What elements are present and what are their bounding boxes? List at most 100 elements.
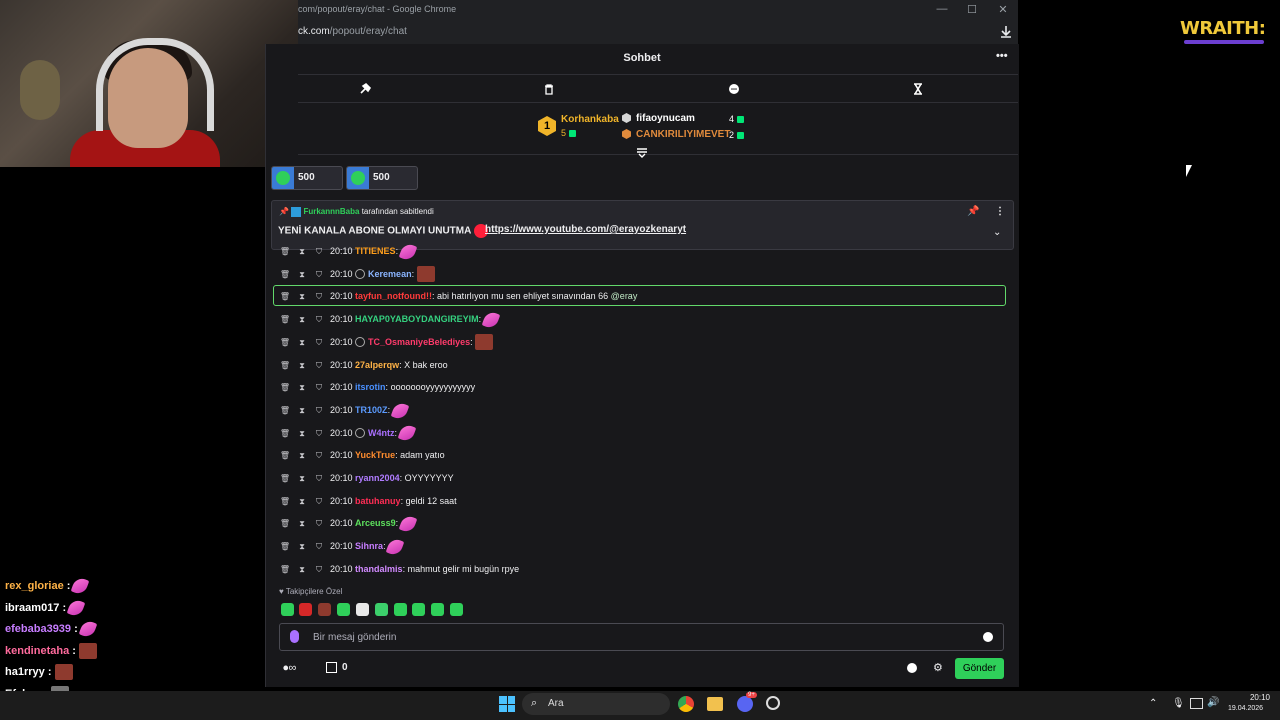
delete-message-icon[interactable]: 🗑 <box>279 356 291 376</box>
ban-shield-icon[interactable]: ⛉ <box>313 492 325 512</box>
message-username[interactable]: TITIENES <box>355 246 396 256</box>
file-explorer-icon[interactable] <box>707 697 723 711</box>
message-username[interactable]: TR100Z <box>355 405 388 415</box>
timeout-hourglass-icon[interactable]: ⧗ <box>296 492 308 512</box>
message-username[interactable]: batuhanuy <box>355 496 401 506</box>
message-username[interactable]: W4ntz <box>368 428 395 438</box>
leader-third-name[interactable]: CANKIRILIYIMEVET <box>636 129 730 140</box>
tray-chevron-icon[interactable]: ⌃ <box>1149 698 1157 709</box>
ban-shield-icon[interactable]: ⛉ <box>313 287 325 307</box>
ban-shield-icon[interactable]: ⛉ <box>313 514 325 534</box>
emote[interactable] <box>412 603 425 616</box>
channel-points-button[interactable]: 500 <box>271 166 343 190</box>
emote[interactable] <box>318 603 331 616</box>
delete-message-icon[interactable]: 🗑 <box>279 446 291 466</box>
delete-message-icon[interactable]: 🗑 <box>279 514 291 534</box>
download-icon[interactable] <box>998 24 1014 40</box>
ban-shield-icon[interactable]: ⛉ <box>313 446 325 466</box>
delete-message-icon[interactable]: 🗑 <box>279 560 291 580</box>
maximize-button[interactable]: ☐ <box>962 3 982 16</box>
emote[interactable] <box>299 603 312 616</box>
message-username[interactable]: Sihnra <box>355 541 383 551</box>
ban-shield-icon[interactable]: ⛉ <box>313 537 325 557</box>
message-mention[interactable]: @eray <box>611 291 638 301</box>
network-icon[interactable] <box>1190 698 1203 709</box>
message-username[interactable]: Keremean <box>368 269 412 279</box>
delete-message-icon[interactable]: 🗑 <box>279 537 291 557</box>
windows-start-icon[interactable] <box>499 696 515 712</box>
emote[interactable] <box>337 603 350 616</box>
ban-shield-icon[interactable]: ⛉ <box>313 424 325 444</box>
delete-message-icon[interactable]: 🗑 <box>279 265 291 285</box>
microphone-icon[interactable] <box>290 630 299 643</box>
delete-message-icon[interactable]: 🗑 <box>279 492 291 512</box>
timeout-hourglass-icon[interactable]: ⧗ <box>296 356 308 376</box>
pin-more-button[interactable]: ⋮ <box>995 206 1005 217</box>
delete-message-icon[interactable]: 🗑 <box>279 333 291 353</box>
emote[interactable] <box>431 603 444 616</box>
address-bar[interactable]: ck.com/popout/eray/chat <box>298 26 407 37</box>
trash-icon[interactable] <box>542 82 556 96</box>
emoji-icon[interactable] <box>983 632 993 642</box>
microphone-tray-icon[interactable]: 🎙 <box>1172 698 1185 709</box>
timeout-hourglass-icon[interactable]: ⧗ <box>296 401 308 421</box>
chrome-icon[interactable] <box>678 696 694 712</box>
timeout-hourglass-icon[interactable]: ⧗ <box>296 287 308 307</box>
channel-points-button[interactable]: 500 <box>346 166 418 190</box>
app-icon[interactable] <box>766 696 780 710</box>
emote[interactable] <box>450 603 463 616</box>
timeout-hourglass-icon[interactable]: ⧗ <box>296 560 308 580</box>
ban-shield-icon[interactable]: ⛉ <box>313 242 325 262</box>
chat-settings-bubble-icon[interactable] <box>907 663 917 673</box>
message-username[interactable]: 27alperqw <box>355 360 399 370</box>
timeout-hourglass-icon[interactable]: ⧗ <box>296 242 308 262</box>
ban-shield-icon[interactable]: ⛉ <box>313 310 325 330</box>
message-username[interactable]: Arceuss9 <box>355 518 396 528</box>
emote[interactable] <box>281 603 294 616</box>
timeout-hourglass-icon[interactable]: ⧗ <box>296 333 308 353</box>
emote[interactable] <box>394 603 407 616</box>
emote[interactable] <box>356 603 369 616</box>
delete-message-icon[interactable]: 🗑 <box>279 424 291 444</box>
gear-icon[interactable]: ⚙ <box>933 661 943 674</box>
ban-shield-icon[interactable]: ⛉ <box>313 333 325 353</box>
expand-chevron-icon[interactable]: ⌄ <box>993 227 1001 238</box>
delete-message-icon[interactable]: 🗑 <box>279 378 291 398</box>
volume-icon[interactable]: 🔊 <box>1207 697 1219 708</box>
message-username[interactable]: YuckTrue <box>355 450 395 460</box>
hammer-icon[interactable] <box>358 82 372 96</box>
pinned-link[interactable]: https://www.youtube.com/@erayozkenaryt <box>485 224 686 235</box>
hourglass-icon[interactable] <box>911 82 925 96</box>
leader-second-name[interactable]: fifaoynucam <box>636 113 695 124</box>
timeout-hourglass-icon[interactable]: ⧗ <box>296 446 308 466</box>
infinity-icon[interactable]: ⦁∞ <box>283 662 296 675</box>
delete-message-icon[interactable]: 🗑 <box>279 310 291 330</box>
ban-shield-icon[interactable]: ⛉ <box>313 356 325 376</box>
clock-time[interactable]: 20:10 <box>1248 693 1270 702</box>
message-username[interactable]: thandalmis <box>355 564 403 574</box>
leader-first-name[interactable]: Korhankaba <box>561 114 619 125</box>
timeout-hourglass-icon[interactable]: ⧗ <box>296 265 308 285</box>
ban-shield-icon[interactable]: ⛉ <box>313 469 325 489</box>
delete-message-icon[interactable]: 🗑 <box>279 242 291 262</box>
timeout-hourglass-icon[interactable]: ⧗ <box>296 469 308 489</box>
message-username[interactable]: ryann2004 <box>355 473 400 483</box>
more-options-button[interactable]: ••• <box>996 50 1008 62</box>
ban-shield-icon[interactable]: ⛉ <box>313 560 325 580</box>
minimize-button[interactable]: — <box>932 3 952 15</box>
timeout-hourglass-icon[interactable]: ⧗ <box>296 424 308 444</box>
emote[interactable] <box>375 603 388 616</box>
close-button[interactable]: ✕ <box>993 3 1013 16</box>
store-icon[interactable] <box>326 662 337 673</box>
collapse-icon[interactable] <box>636 148 648 158</box>
timeout-hourglass-icon[interactable]: ⧗ <box>296 537 308 557</box>
delete-message-icon[interactable]: 🗑 <box>279 287 291 307</box>
ban-shield-icon[interactable]: ⛉ <box>313 265 325 285</box>
delete-message-icon[interactable]: 🗑 <box>279 401 291 421</box>
ban-shield-icon[interactable]: ⛉ <box>313 378 325 398</box>
timeout-hourglass-icon[interactable]: ⧗ <box>296 378 308 398</box>
message-username[interactable]: TC_OsmaniyeBelediyes <box>368 337 470 347</box>
clock-date[interactable]: 19.04.2026 <box>1228 705 1263 712</box>
chat-bubble-icon[interactable] <box>727 82 741 96</box>
message-username[interactable]: tayfun_notfound!! <box>355 291 432 301</box>
